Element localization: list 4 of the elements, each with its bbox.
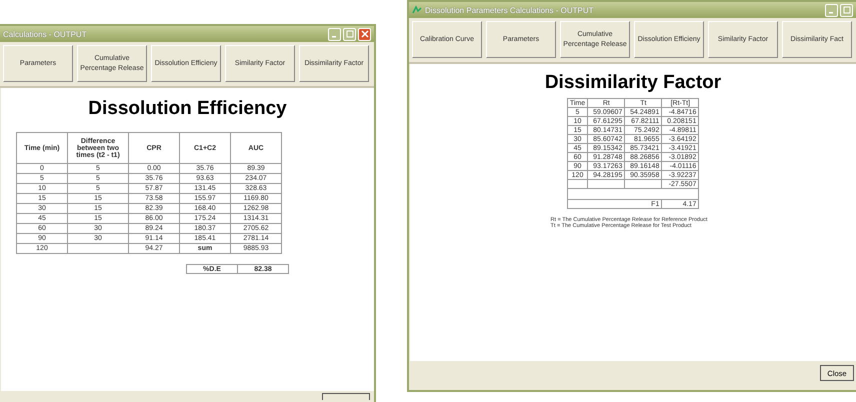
window-title: Dissolution Parameters Calculations - OUTPUT (425, 6, 594, 14)
window-title: Calculations - OUTPUT (3, 30, 88, 38)
page-heading: Dissimilarity Factor (544, 72, 722, 94)
page-heading: Dissolution Efficiency (88, 98, 287, 120)
